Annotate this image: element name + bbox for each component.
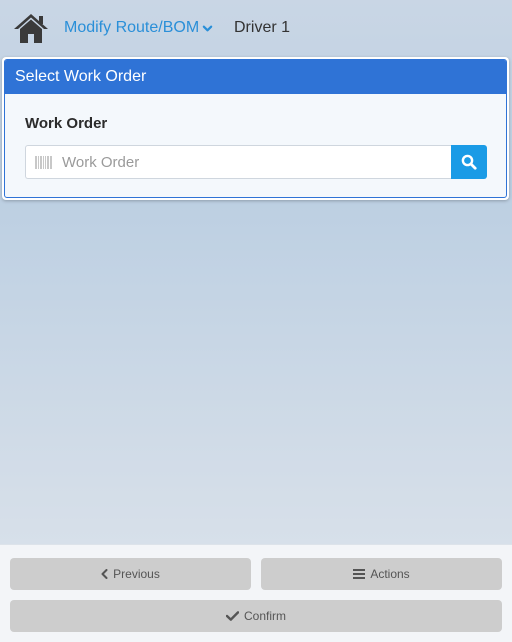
actions-label: Actions [370,567,410,581]
check-icon [225,611,239,621]
driver-label: Driver 1 [234,19,291,36]
work-order-input-group [25,145,451,179]
previous-button[interactable]: Previous [10,558,251,590]
search-icon [461,154,477,170]
panel-body: Select Work Order Work Order [4,59,507,198]
top-bar: Modify Route/BOM Driver 1 [0,0,512,56]
chevron-down-icon [202,25,213,31]
chevron-left-icon [101,569,108,579]
search-button[interactable] [451,145,487,179]
confirm-button[interactable]: Confirm [10,600,502,632]
route-menu-dropdown[interactable]: Modify Route/BOM [64,19,213,37]
footer-bar: Previous Actions Confirm [0,544,512,642]
actions-button[interactable]: Actions [261,558,502,590]
home-icon [14,14,48,43]
route-menu-label: Modify Route/BOM [64,19,200,36]
work-order-label: Work Order [25,115,108,132]
select-work-order-panel: Select Work Order Work Order [2,57,509,200]
panel-title: Select Work Order [5,60,506,94]
home-button[interactable] [13,12,49,44]
barcode-icon [35,156,52,169]
menu-icon [353,569,366,579]
confirm-label: Confirm [243,609,286,623]
previous-label: Previous [113,567,160,581]
work-order-input[interactable] [62,146,442,178]
